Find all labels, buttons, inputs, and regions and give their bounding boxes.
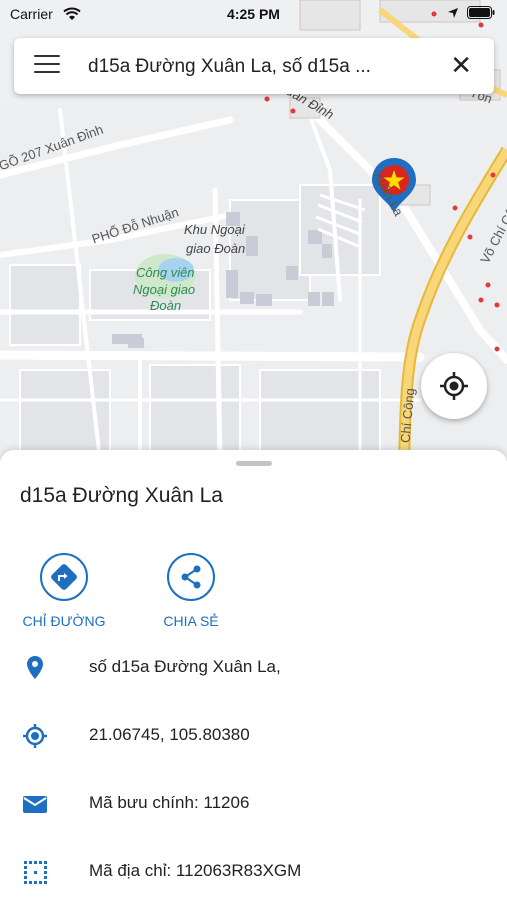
map-label-khu-ngoai-2: giao Đoàn	[186, 241, 246, 256]
map-label-cong-vien-3: Đoàn	[150, 298, 182, 313]
map-label-cong-vien-1: Công viên	[136, 265, 195, 280]
address-text: số d15a Đường Xuân La,	[89, 657, 281, 676]
battery-icon	[467, 6, 495, 19]
search-query[interactable]: d15a Đường Xuân La, số d15a ...	[88, 56, 371, 78]
search-bar[interactable]: d15a Đường Xuân La, số d15a ... ✕	[14, 38, 494, 94]
address-code-text: Mã địa chỉ: 112063R83XGM	[89, 861, 302, 880]
place-details-sheet: d15a Đường Xuân La CHỈ ĐƯỜNG CHIA SẺ số …	[0, 450, 507, 900]
mail-icon	[23, 796, 47, 813]
coordinates-text: 21.06745, 105.80380	[89, 725, 250, 744]
clock: 4:25 PM	[227, 6, 280, 22]
gps-coordinates-icon	[23, 724, 47, 748]
share-label: CHIA SẺ	[163, 613, 219, 629]
grid-code-icon	[24, 861, 47, 884]
map-label-khu-ngoai-1: Khu Ngoại	[184, 222, 245, 237]
close-icon[interactable]: ✕	[450, 52, 472, 78]
share-button[interactable]: CHIA SẺ	[136, 553, 246, 629]
directions-icon	[51, 564, 77, 590]
place-pin-icon	[27, 656, 43, 679]
status-bar: Carrier 4:25 PM	[0, 0, 507, 30]
crosshair-icon	[440, 372, 468, 400]
directions-label: CHỈ ĐƯỜNG	[22, 613, 106, 629]
map-label-cong-vien-2: Ngoại giao	[133, 282, 196, 297]
postal-code-text: Mã bưu chính: 11206	[89, 793, 250, 812]
directions-button[interactable]: CHỈ ĐƯỜNG	[9, 553, 119, 629]
place-title: d15a Đường Xuân La	[20, 484, 223, 507]
address-code-row[interactable]: Mã địa chỉ: 112063R83XGM	[0, 849, 507, 899]
location-arrow-icon	[448, 7, 458, 18]
menu-icon[interactable]	[34, 55, 60, 77]
coordinates-row[interactable]: 21.06745, 105.80380	[0, 713, 507, 763]
address-row[interactable]: số d15a Đường Xuân La,	[0, 645, 507, 695]
postal-code-row[interactable]: Mã bưu chính: 11206	[0, 781, 507, 831]
share-icon	[181, 565, 201, 589]
my-location-button[interactable]	[421, 353, 487, 419]
sheet-drag-handle[interactable]	[236, 461, 272, 466]
